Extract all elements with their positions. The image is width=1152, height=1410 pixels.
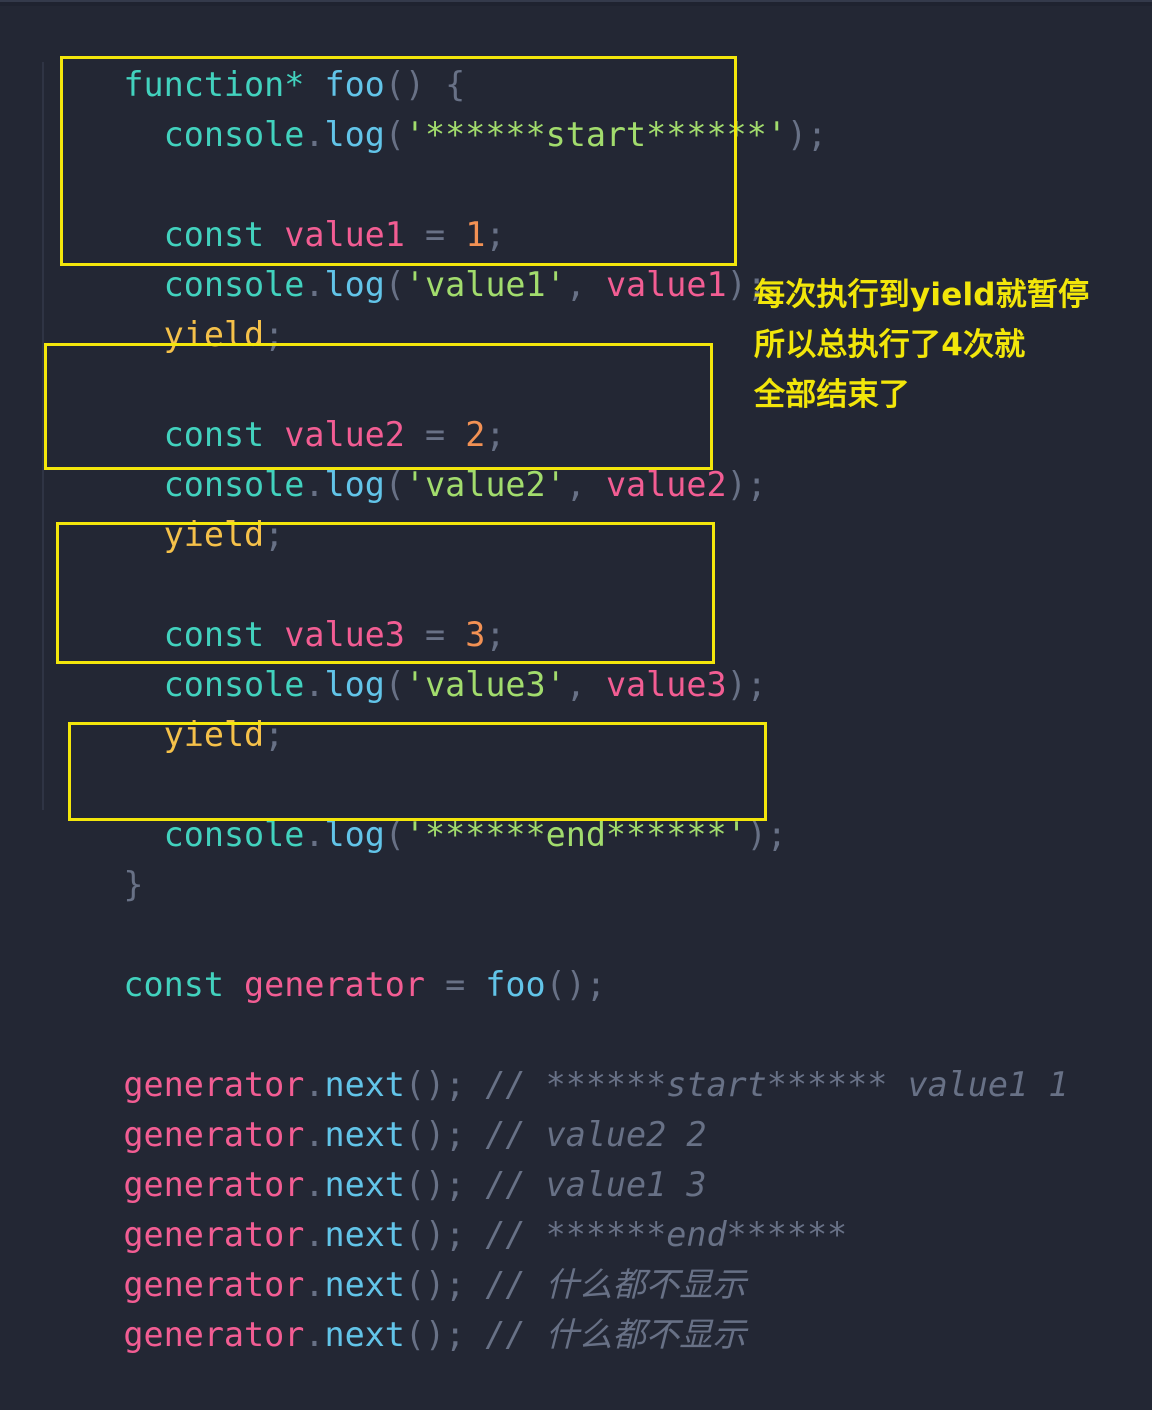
open-paren: ( bbox=[384, 115, 405, 154]
annotation-line-1: 每次执行到yield就暂停 bbox=[754, 277, 1090, 313]
code-line-26[interactable]: generator.next(); // 什么都不显示 bbox=[43, 1260, 746, 1354]
code-line-23[interactable]: generator.next(); // value1 3 bbox=[43, 1110, 706, 1204]
log-method: log bbox=[324, 665, 385, 704]
close-brace: } bbox=[123, 865, 144, 904]
code-line-25[interactable]: generator.next(); // 什么都不显示 bbox=[43, 1210, 746, 1304]
yield-keyword: yield bbox=[163, 315, 265, 354]
end-string: '******end******' bbox=[404, 815, 747, 854]
code-line-16[interactable]: console.log('******end******'); bbox=[43, 760, 787, 854]
code-line-13[interactable]: console.log('value3', value3); bbox=[43, 610, 767, 704]
log-method: log bbox=[324, 265, 385, 304]
semicolon: ; bbox=[264, 715, 285, 754]
code-line-2[interactable]: console.log('******start******'); bbox=[43, 60, 827, 154]
code-editor[interactable]: function* foo() { console.log('******sta… bbox=[0, 0, 1152, 1356]
console-object: console bbox=[163, 115, 305, 154]
next-method: next bbox=[324, 1315, 405, 1354]
code-line-10[interactable]: yield; bbox=[43, 460, 285, 554]
call-parens: (); bbox=[545, 965, 606, 1004]
log-method: log bbox=[324, 115, 385, 154]
console-object: console bbox=[163, 815, 305, 854]
call-parens: (); bbox=[404, 1315, 466, 1354]
semicolon: ; bbox=[264, 515, 285, 554]
generator-declaration: generator bbox=[244, 965, 425, 1004]
top-edge-accent bbox=[0, 0, 1152, 2]
const-keyword: const bbox=[123, 965, 224, 1004]
code-line-4[interactable]: const value1 = 1; bbox=[43, 160, 506, 254]
comma: , bbox=[565, 465, 606, 504]
comment-6: // 什么都不显示 bbox=[485, 1315, 746, 1354]
code-line-1[interactable]: function* foo() { bbox=[43, 10, 465, 104]
log-method: log bbox=[324, 465, 385, 504]
value3-reference: value3 bbox=[605, 665, 727, 704]
open-paren: ( bbox=[384, 665, 405, 704]
code-line-14[interactable]: yield; bbox=[43, 660, 285, 754]
semicolon: ; bbox=[264, 315, 285, 354]
code-line-8[interactable]: const value2 = 2; bbox=[43, 360, 506, 454]
code-line-9[interactable]: console.log('value2', value2); bbox=[43, 410, 767, 504]
dot: . bbox=[304, 665, 325, 704]
code-line-24[interactable]: generator.next(); // ******end****** bbox=[43, 1160, 847, 1254]
value3-string: 'value3' bbox=[404, 665, 566, 704]
annotation-line-3: 全部结束了 bbox=[754, 377, 910, 413]
dot: . bbox=[304, 115, 325, 154]
code-line-22[interactable]: generator.next(); // value2 2 bbox=[43, 1060, 706, 1154]
yield-keyword: yield bbox=[163, 715, 265, 754]
code-line-5[interactable]: console.log('value1', value1); bbox=[43, 210, 767, 304]
close-paren-semicolon: ); bbox=[726, 665, 767, 704]
code-line-17[interactable]: } bbox=[43, 810, 143, 904]
equals-sign: = bbox=[424, 965, 486, 1004]
log-method: log bbox=[324, 815, 385, 854]
dot: . bbox=[304, 1315, 325, 1354]
open-paren: ( bbox=[384, 815, 405, 854]
value1-reference: value1 bbox=[605, 265, 727, 304]
open-paren: ( bbox=[384, 465, 405, 504]
open-paren: ( bbox=[384, 265, 405, 304]
value2-reference: value2 bbox=[605, 465, 727, 504]
comma: , bbox=[565, 265, 606, 304]
dot: . bbox=[304, 465, 325, 504]
annotation-note: 每次执行到yield就暂停 所以总执行了4次就 全部结束了 bbox=[754, 270, 1134, 420]
generator-reference: generator bbox=[123, 1315, 305, 1354]
value2-string: 'value2' bbox=[404, 465, 566, 504]
close-paren-semicolon: ); bbox=[746, 815, 787, 854]
yield-keyword: yield bbox=[163, 515, 265, 554]
dot: . bbox=[304, 815, 325, 854]
close-paren-semicolon: ); bbox=[786, 115, 828, 154]
start-string: '******start******' bbox=[404, 115, 787, 154]
code-line-21[interactable]: generator.next(); // ******start****** v… bbox=[43, 1010, 1068, 1104]
close-paren-semicolon: ); bbox=[726, 465, 767, 504]
code-line-6[interactable]: yield; bbox=[43, 260, 285, 354]
dot: . bbox=[304, 265, 325, 304]
value1-string: 'value1' bbox=[404, 265, 566, 304]
code-line-19[interactable]: const generator = foo(); bbox=[43, 910, 606, 1004]
annotation-line-2: 所以总执行了4次就 bbox=[754, 327, 1026, 363]
foo-call: foo bbox=[485, 965, 546, 1004]
comma: , bbox=[565, 665, 606, 704]
code-line-12[interactable]: const value3 = 3; bbox=[43, 560, 506, 654]
